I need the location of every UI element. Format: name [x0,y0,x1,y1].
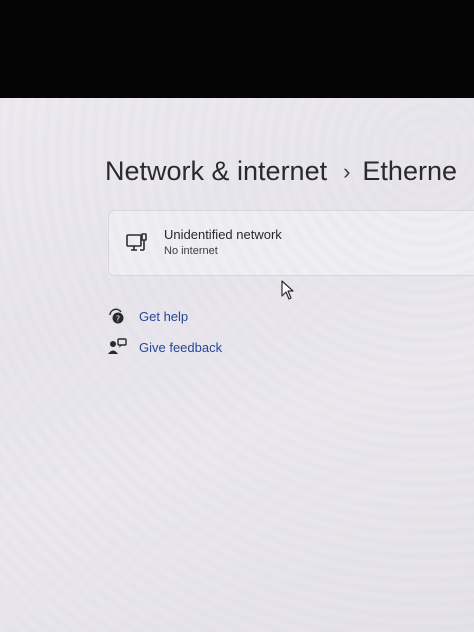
settings-window: Network & internet › Etherne Unidentifie… [0,98,474,632]
give-feedback-link[interactable]: Give feedback [139,340,222,355]
give-feedback-row[interactable]: Give feedback [106,337,222,357]
mouse-pointer-icon [281,280,295,305]
network-status-card[interactable]: Unidentified network No internet [108,210,474,276]
screen-bezel [0,0,474,100]
get-help-row[interactable]: ? Get help [106,306,188,326]
chevron-right-icon: › [343,158,351,184]
breadcrumb-network-internet[interactable]: Network & internet [105,156,327,187]
network-device-icon [125,231,149,255]
breadcrumb: Network & internet › Etherne [105,156,457,187]
get-help-link[interactable]: Get help [139,309,188,324]
breadcrumb-ethernet: Etherne [362,156,457,186]
feedback-icon [106,337,128,357]
network-status: No internet [164,245,218,257]
network-name: Unidentified network [164,227,282,242]
help-icon: ? [106,306,128,326]
svg-text:?: ? [116,315,120,324]
